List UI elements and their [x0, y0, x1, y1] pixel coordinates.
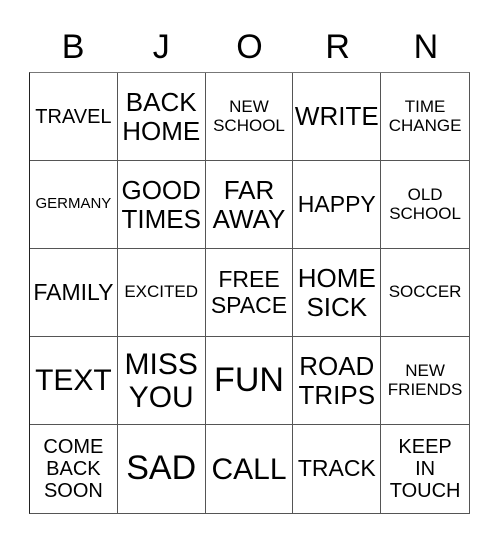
bingo-cell[interactable]: NEW SCHOOL [205, 73, 294, 161]
bingo-cell[interactable]: WRITE [293, 73, 382, 161]
bingo-cell[interactable]: FAMILY [30, 249, 118, 337]
header-letter: R [325, 28, 350, 66]
bingo-cell[interactable]: HOME SICK [293, 249, 382, 337]
bingo-cell[interactable]: TRAVEL [30, 73, 118, 161]
bingo-header: B J O R N [29, 22, 470, 72]
bingo-cell[interactable]: FUN [205, 337, 294, 425]
bingo-cell[interactable]: MISS YOU [117, 337, 206, 425]
bingo-cell[interactable]: BACK HOME [117, 73, 206, 161]
bingo-cell[interactable]: ROAD TRIPS [293, 337, 382, 425]
bingo-grid: TRAVEL BACK HOME NEW SCHOOL WRITE TIME C… [29, 72, 470, 514]
header-letter: N [413, 28, 439, 66]
bingo-cell[interactable]: CALL [206, 425, 294, 513]
free-space-cell[interactable]: FREE SPACE [205, 249, 294, 337]
header-letter: J [152, 28, 170, 66]
bingo-cell[interactable]: SAD [118, 425, 206, 513]
bingo-cell[interactable]: TRACK [293, 425, 382, 513]
header-letter: O [236, 28, 263, 66]
bingo-cell[interactable]: GOOD TIMES [117, 161, 206, 249]
bingo-cell[interactable]: NEW FRIENDS [381, 337, 469, 425]
bingo-cell[interactable]: HAPPY [293, 161, 382, 249]
bingo-cell[interactable]: SOCCER [381, 249, 469, 337]
bingo-cell[interactable]: TEXT [30, 337, 118, 425]
bingo-cell[interactable]: OLD SCHOOL [381, 161, 469, 249]
bingo-cell[interactable]: EXCITED [117, 249, 206, 337]
bingo-cell[interactable]: GERMANY [30, 161, 118, 249]
header-letter: B [61, 28, 85, 66]
bingo-cell[interactable]: FAR AWAY [205, 161, 294, 249]
bingo-cell[interactable]: KEEP IN TOUCH [381, 425, 469, 513]
bingo-cell[interactable]: TIME CHANGE [381, 73, 469, 161]
bingo-cell[interactable]: COME BACK SOON [30, 425, 118, 513]
